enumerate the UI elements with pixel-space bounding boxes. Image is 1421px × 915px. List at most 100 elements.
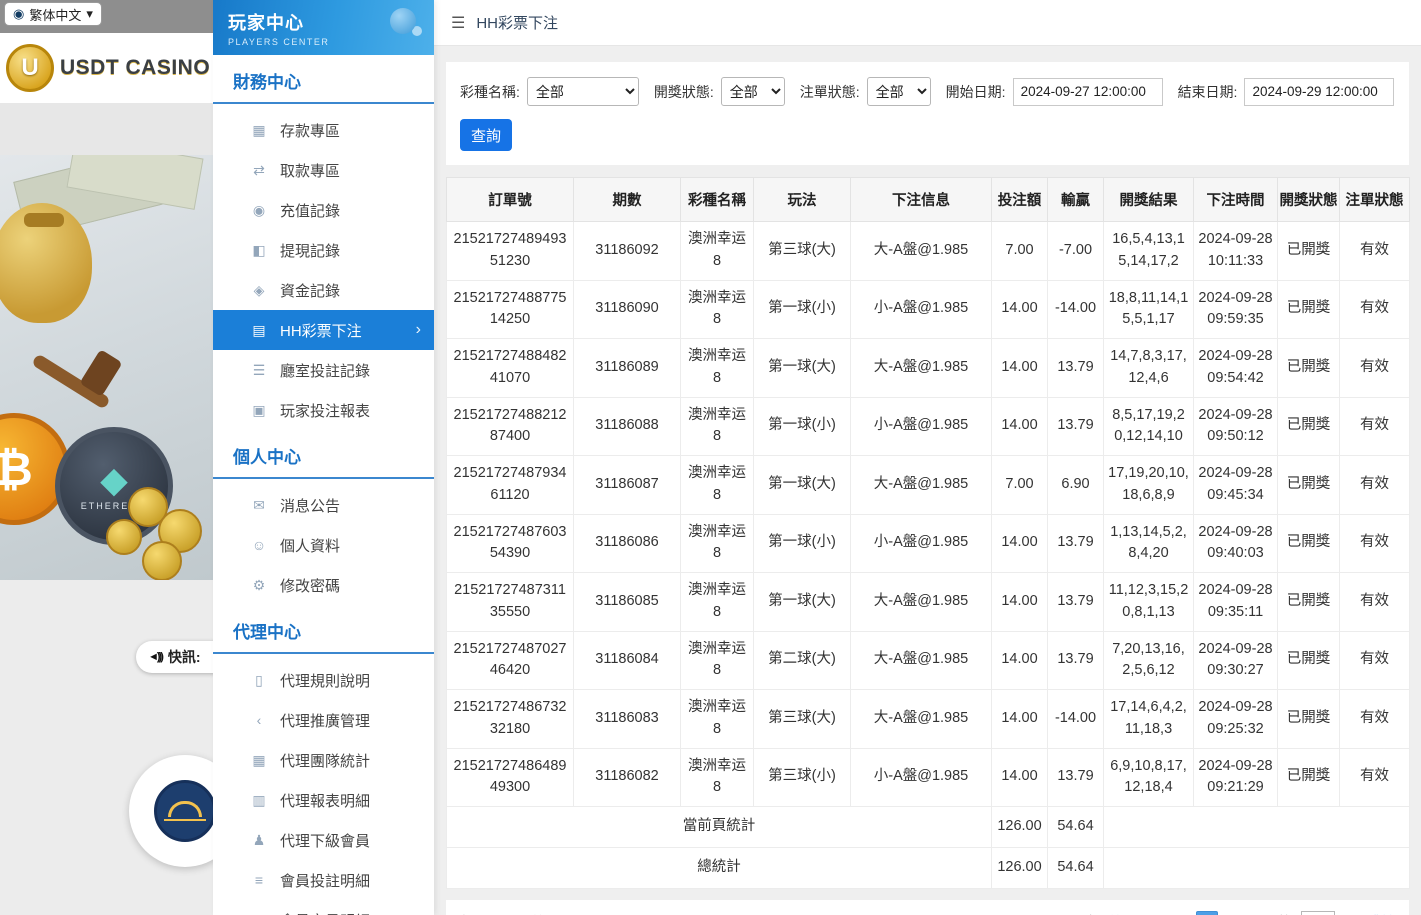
cell-lottery-name: 澳洲幸运8 (681, 631, 754, 690)
cell-bet-time: 2024-09-28 09:30:27 (1194, 631, 1278, 690)
eth-diamond-icon: ◆ (100, 462, 128, 498)
table-row: 215217274887751425031186090澳洲幸运8第一球(小)小-… (447, 280, 1410, 339)
sidebar-item-label: 會員投註明細 (280, 870, 370, 891)
caret-down-icon: ▾ (86, 6, 93, 22)
page-total-row: 當前頁統計 126.00 54.64 (447, 807, 1410, 848)
jump-link[interactable]: 跳转 (1367, 912, 1395, 915)
first-page-link[interactable]: 首页 (1108, 912, 1136, 915)
member-trade-icon: ≣ (251, 912, 267, 915)
cell-bet-time: 2024-09-28 09:25:32 (1194, 690, 1278, 749)
sidebar-item-funds-record[interactable]: ◈資金記錄 (213, 270, 434, 310)
sidebar-item-label: 消息公告 (280, 495, 340, 516)
gear-icon: ⚙ (251, 577, 267, 594)
site-logo[interactable]: U USDT CASINO (0, 33, 213, 103)
draw-status-select[interactable]: 全部 (721, 77, 785, 106)
recharge-record-icon: ◉ (251, 202, 267, 219)
sidebar-item-change-password[interactable]: ⚙修改密碼 (213, 565, 434, 605)
team-stats-icon: ▦ (251, 752, 267, 769)
query-button[interactable]: 查詢 (460, 119, 512, 151)
sidebar-item-label: 代理報表明細 (280, 790, 370, 811)
grand-total-row: 總統計 126.00 54.64 (447, 847, 1410, 888)
gap-strip (0, 103, 213, 155)
cell-lottery-name: 澳洲幸运8 (681, 690, 754, 749)
prev-page-link[interactable]: 上一页 (1145, 912, 1187, 915)
player-report-icon: ▣ (251, 402, 267, 419)
cell-win-loss: -14.00 (1048, 690, 1104, 749)
sidebar-item-agent-sub-members[interactable]: ♟代理下級會員 (213, 820, 434, 860)
next-page-link[interactable]: 下一页 (1227, 912, 1269, 915)
cell-bet-info: 大-A盤@1.985 (851, 339, 992, 398)
sidebar-item-agent-rules[interactable]: ▯代理規則說明 (213, 660, 434, 700)
language-selector[interactable]: ◉ 繁体中文 ▾ (4, 2, 102, 26)
column-header: 輸贏 (1048, 178, 1104, 222)
sidebar-item-recharge-record[interactable]: ◉充值記錄 (213, 190, 434, 230)
sidebar-item-messages[interactable]: ✉消息公告 (213, 485, 434, 525)
cell-bet-amount: 7.00 (992, 456, 1048, 515)
promo-photo: ₿ ◆ ETHEREUM (0, 155, 213, 580)
language-label: 繁体中文 (29, 5, 81, 24)
user-icon: ☺ (251, 537, 267, 553)
sidebar-item-agent-report-detail[interactable]: ▥ 代理報表明細 (213, 780, 434, 820)
cell-bet-info: 小-A盤@1.985 (851, 280, 992, 339)
sidebar-item-member-trade-detail[interactable]: ≣會員交易明細 (213, 900, 434, 915)
cell-order-status: 有效 (1340, 280, 1410, 339)
bridge-base (164, 819, 206, 821)
page-jump-input[interactable] (1301, 911, 1335, 915)
sidebar-item-member-bet-detail[interactable]: ≡會員投註明細 (213, 860, 434, 900)
bridge-arc (168, 801, 202, 817)
lottery-name-select[interactable]: 全部 (527, 77, 639, 106)
current-page-badge[interactable]: 1 (1196, 911, 1218, 915)
sidebar-item-withdraw[interactable]: ⇄取款專區 (213, 150, 434, 190)
cell-lottery-name: 澳洲幸运8 (681, 280, 754, 339)
lottery-name-label: 彩種名稱: (460, 82, 520, 102)
sidebar-item-agent-promotion[interactable]: ‹代理推廣管理 (213, 700, 434, 740)
cell-win-loss: 13.79 (1048, 397, 1104, 456)
sidebar-item-hh-lottery-bet[interactable]: ▤HH彩票下注› (213, 310, 434, 350)
cell-bet-time: 2024-09-28 09:21:29 (1194, 748, 1278, 807)
cell-bet-amount: 14.00 (992, 573, 1048, 632)
cell-bet-info: 大-A盤@1.985 (851, 456, 992, 515)
sidebar-item-room-bet-record[interactable]: ☰廳室投註記錄 (213, 350, 434, 390)
share-icon: ‹ (251, 712, 267, 728)
sidebar-item-label: 提現記錄 (280, 240, 340, 261)
cell-play-type: 第三球(大) (754, 690, 851, 749)
bitcoin-icon: ₿ (0, 442, 33, 496)
cell-lottery-name: 澳洲幸运8 (681, 339, 754, 398)
cell-order-status: 有效 (1340, 690, 1410, 749)
deposit-card-icon: ▦ (251, 122, 267, 139)
column-header: 開獎結果 (1104, 178, 1194, 222)
grand-total-bet: 126.00 (992, 847, 1048, 888)
end-date-input[interactable] (1244, 78, 1394, 106)
filter-panel: 彩種名稱: 全部 開獎狀態: 全部 注單狀態: 全部 開始日期: 結束日期: 查… (446, 62, 1409, 165)
cell-win-loss: -7.00 (1048, 222, 1104, 281)
sidebar-item-withdraw-record[interactable]: ◧ 提現記錄 (213, 230, 434, 270)
cell-draw-result: 1,13,14,5,2,8,4,20 (1104, 514, 1194, 573)
sidebar-item-deposit[interactable]: ▦存款專區 (213, 110, 434, 150)
cell-period: 31186090 (574, 280, 681, 339)
cell-play-type: 第一球(大) (754, 456, 851, 515)
table-row: 215217274876035439031186086澳洲幸运8第一球(小)小-… (447, 514, 1410, 573)
money-bag-tie (24, 213, 64, 227)
cell-draw-status: 已開獎 (1278, 573, 1340, 632)
cell-period: 31186086 (574, 514, 681, 573)
table-row: 215217274864894930031186082澳洲幸运8第三球(小)小-… (447, 748, 1410, 807)
hamburger-icon[interactable]: ☰ (451, 13, 465, 33)
cell-play-type: 第一球(小) (754, 397, 851, 456)
sidebar-item-player-bet-report[interactable]: ▣玩家投注報表 (213, 390, 434, 430)
cell-period: 31186082 (574, 748, 681, 807)
start-date-input[interactable] (1013, 78, 1163, 106)
report-detail-icon: ▥ (251, 792, 267, 809)
page-total-bet: 126.00 (992, 807, 1048, 848)
table-row: 215217274879346112031186087澳洲幸运8第一球(大)大-… (447, 456, 1410, 515)
cell-period: 31186084 (574, 631, 681, 690)
cell-bet-amount: 14.00 (992, 514, 1048, 573)
cell-draw-status: 已開獎 (1278, 339, 1340, 398)
cell-win-loss: 13.79 (1048, 514, 1104, 573)
sidebar-item-label: 代理團隊統計 (280, 750, 370, 771)
sidebar-item-agent-team-stats[interactable]: ▦ 代理團隊統計 (213, 740, 434, 780)
cell-order-status: 有效 (1340, 573, 1410, 632)
sidebar-item-profile[interactable]: ☺個人資料 (213, 525, 434, 565)
order-status-select[interactable]: 全部 (867, 77, 931, 106)
cell-bet-info: 大-A盤@1.985 (851, 690, 992, 749)
withdraw-record-icon: ◧ (251, 242, 267, 259)
